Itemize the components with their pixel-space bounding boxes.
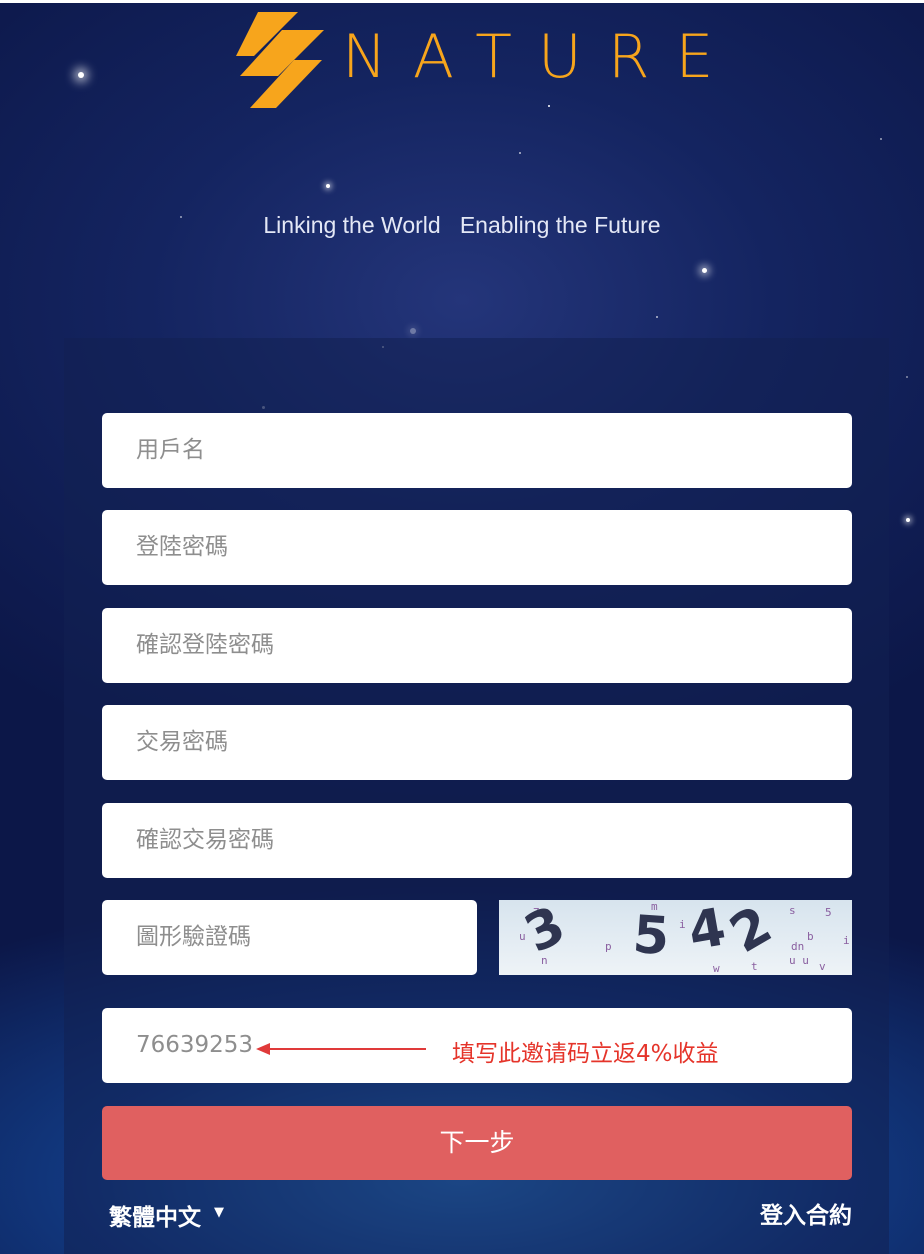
slogan: Linking the World Enabling the Future — [263, 212, 661, 238]
caret-down-icon[interactable]: ▼ — [214, 1205, 224, 1220]
username-input[interactable]: 用戶名 — [102, 413, 852, 488]
arrow-left-icon — [256, 1043, 270, 1055]
invite-annotation: 填写此邀请码立返4%收益 — [452, 1041, 719, 1067]
confirm-trade-password-input[interactable]: 確認交易密碼 — [102, 803, 852, 878]
captcha-glyph-3: 4 — [684, 900, 731, 963]
captcha-input[interactable]: 圖形驗證碼 — [102, 900, 477, 975]
login-password-input[interactable]: 登陸密碼 — [102, 510, 852, 585]
login-agreement-link[interactable]: 登入合約 — [760, 1196, 852, 1230]
trade-password-input[interactable]: 交易密碼 — [102, 705, 852, 780]
brand-name: NATURE — [342, 22, 740, 92]
captcha-image[interactable]: 7 u p n r i m s 5 b dn u u w t i v 3 5 4… — [499, 900, 852, 975]
annotation-arrow-line — [262, 1048, 426, 1050]
captcha-glyph-2: 5 — [630, 904, 672, 968]
top-border — [0, 0, 924, 3]
confirm-login-password-input[interactable]: 確認登陸密碼 — [102, 608, 852, 683]
next-step-button[interactable]: 下一步 — [102, 1106, 852, 1180]
language-selector[interactable]: 繁體中文 — [109, 1198, 201, 1232]
nature-logo-icon — [236, 12, 324, 108]
